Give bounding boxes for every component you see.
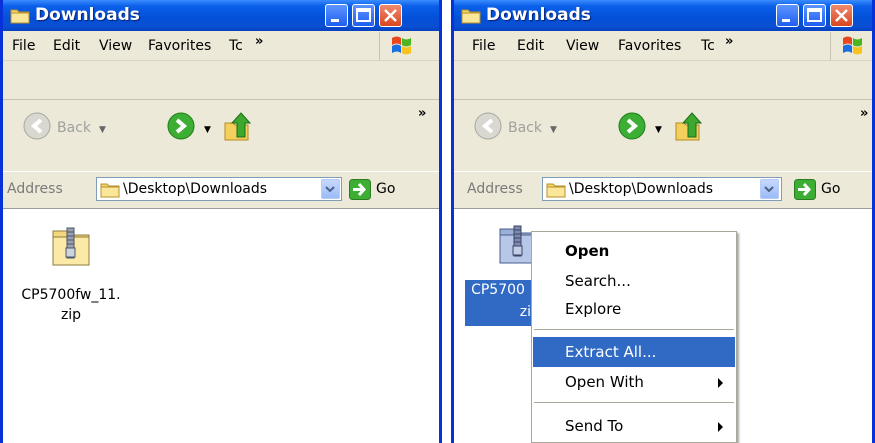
menu-bar: File Edit View Favorites Tc » xyxy=(454,31,872,61)
context-menu-open-with[interactable]: Open With xyxy=(533,367,735,397)
context-menu-search[interactable]: Search... xyxy=(533,266,735,296)
context-menu-explore[interactable]: Explore xyxy=(533,294,735,324)
close-icon xyxy=(384,9,397,22)
toolbar-overflow-icon[interactable]: » xyxy=(418,106,426,121)
minimize-icon xyxy=(331,19,339,22)
address-path: \Desktop\Downloads xyxy=(123,181,268,197)
close-icon xyxy=(835,9,848,22)
address-folder-icon xyxy=(546,183,566,198)
context-menu-label: Explore xyxy=(565,300,622,318)
menu-file[interactable]: File xyxy=(472,38,495,54)
address-field[interactable]: \Desktop\Downloads xyxy=(542,177,782,201)
submenu-arrow-icon xyxy=(718,422,723,432)
zip-folder-icon[interactable] xyxy=(51,225,91,267)
back-dropdown-icon[interactable]: ▼ xyxy=(99,125,106,135)
context-menu-separator xyxy=(534,402,734,403)
up-folder-icon[interactable] xyxy=(222,111,252,143)
context-menu-extract-all[interactable]: Extract All... xyxy=(533,337,735,367)
menu-overflow-icon[interactable]: » xyxy=(725,34,733,49)
standard-toolbar: » xyxy=(454,61,872,171)
menu-edit[interactable]: Edit xyxy=(53,38,80,54)
context-menu-label: Search... xyxy=(565,272,631,290)
toolbar-overflow-icon[interactable]: » xyxy=(860,106,868,121)
context-menu-separator xyxy=(534,329,734,330)
maximize-icon xyxy=(356,8,371,22)
minimize-icon xyxy=(782,19,790,22)
address-dropdown-button[interactable] xyxy=(321,179,340,199)
context-menu-label: Extract All... xyxy=(565,343,657,361)
menu-tools[interactable]: Tc xyxy=(229,38,243,54)
address-field[interactable]: \Desktop\Downloads xyxy=(96,177,342,201)
back-arrow-icon[interactable] xyxy=(474,112,502,140)
back-button-label[interactable]: Back xyxy=(57,120,91,136)
menu-favorites[interactable]: Favorites xyxy=(618,38,681,54)
maximize-icon xyxy=(807,8,822,22)
menu-view[interactable]: View xyxy=(566,38,599,54)
context-menu-open[interactable]: Open xyxy=(533,236,735,266)
forward-arrow-icon[interactable] xyxy=(167,112,195,140)
toolbar-separator xyxy=(454,99,872,100)
window-title: Downloads xyxy=(486,5,591,25)
menu-file[interactable]: File xyxy=(12,38,35,54)
menu-overflow-icon[interactable]: » xyxy=(255,34,263,49)
address-label: Address xyxy=(7,181,63,197)
menu-view[interactable]: View xyxy=(99,38,132,54)
close-button[interactable] xyxy=(379,4,402,27)
menu-favorites[interactable]: Favorites xyxy=(148,38,211,54)
context-menu-label: Open xyxy=(565,242,610,260)
address-dropdown-button[interactable] xyxy=(760,179,779,199)
address-bar: Address \Desktop\Downloads Go xyxy=(3,171,439,208)
submenu-arrow-icon xyxy=(718,378,723,388)
close-button[interactable] xyxy=(830,4,853,27)
address-folder-icon xyxy=(100,183,120,198)
windows-logo-icon xyxy=(379,32,420,60)
maximize-button[interactable] xyxy=(803,4,826,27)
context-menu-label: Send To xyxy=(565,417,624,435)
chevron-down-icon xyxy=(764,186,774,193)
forward-arrow-icon[interactable] xyxy=(618,112,646,140)
menu-edit[interactable]: Edit xyxy=(517,38,544,54)
explorer-window-left: Downloads File Edit View Favorites Tc » … xyxy=(0,0,442,443)
file-name-line-1[interactable]: CP5700 xyxy=(465,280,531,300)
forward-dropdown-icon[interactable]: ▼ xyxy=(655,125,662,135)
windows-logo-icon xyxy=(830,32,871,60)
chevron-down-icon xyxy=(325,186,335,193)
back-button-label[interactable]: Back xyxy=(508,120,542,136)
title-bar[interactable]: Downloads xyxy=(3,0,439,31)
file-name-line-1[interactable]: CP5700fw_11. xyxy=(21,285,121,305)
context-menu-label: Open With xyxy=(565,373,644,391)
context-menu-send-to[interactable]: Send To xyxy=(533,411,735,441)
address-path: \Desktop\Downloads xyxy=(569,181,714,197)
go-button-label[interactable]: Go xyxy=(376,181,395,197)
menu-bar: File Edit View Favorites Tc » xyxy=(3,31,439,61)
up-folder-icon[interactable] xyxy=(673,111,703,143)
file-view[interactable]: CP5700fw_11. zip xyxy=(3,208,439,443)
file-name-line-2[interactable]: zip xyxy=(21,305,121,325)
back-dropdown-icon[interactable]: ▼ xyxy=(550,125,557,135)
back-arrow-icon[interactable] xyxy=(23,112,51,140)
minimize-button[interactable] xyxy=(325,4,348,27)
file-name-line-2[interactable]: zi xyxy=(465,300,531,326)
menu-tools[interactable]: Tc xyxy=(701,38,715,54)
toolbar-separator xyxy=(3,99,439,100)
folder-icon xyxy=(10,9,30,24)
context-menu: Open Search... Explore Extract All... Op… xyxy=(531,231,737,443)
go-button-label[interactable]: Go xyxy=(821,181,840,197)
address-bar: Address \Desktop\Downloads Go xyxy=(454,171,872,208)
standard-toolbar: » xyxy=(3,61,439,171)
minimize-button[interactable] xyxy=(776,4,799,27)
window-title: Downloads xyxy=(35,5,140,25)
title-bar[interactable]: Downloads xyxy=(454,0,872,31)
forward-dropdown-icon[interactable]: ▼ xyxy=(204,125,211,135)
go-arrow-icon[interactable] xyxy=(349,179,371,200)
go-arrow-icon[interactable] xyxy=(794,179,816,200)
maximize-button[interactable] xyxy=(352,4,375,27)
folder-icon xyxy=(461,9,481,24)
address-label: Address xyxy=(467,181,523,197)
